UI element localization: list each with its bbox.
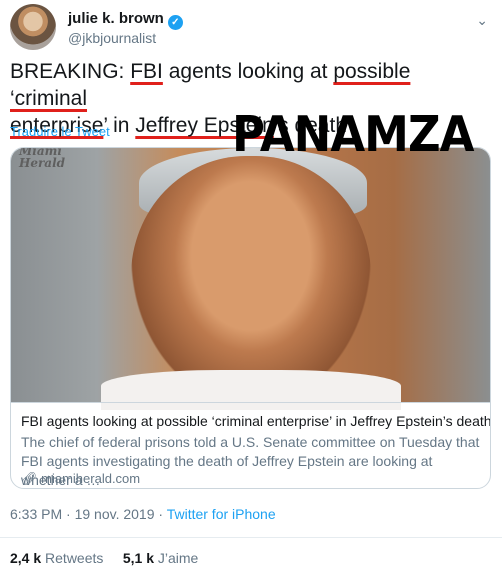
author-handle[interactable]: @jkbjournalist xyxy=(68,30,156,46)
avatar[interactable] xyxy=(10,4,56,50)
tweet-header: julie k. brown ✓ @jkbjournalist ⌄ xyxy=(10,4,490,52)
link-preview-card[interactable]: Miami Herald FBI agents looking at possib… xyxy=(10,147,491,489)
tweet-timestamp[interactable]: 6:33 PM · 19 nov. 2019 · xyxy=(10,506,167,522)
masthead-line: Herald xyxy=(19,156,66,170)
card-title: FBI agents looking at possible ‘criminal… xyxy=(21,413,491,429)
retweets-count: 2,4 k xyxy=(10,550,42,566)
retweets-stat[interactable]: 2,4 k Retweets xyxy=(10,550,103,566)
tweet-stats: 2,4 k Retweets 5,1 k J’aime xyxy=(10,550,198,566)
card-image-face xyxy=(131,156,371,406)
tweet-text-underlined: FBI xyxy=(130,60,163,83)
likes-count: 5,1 k xyxy=(122,550,154,566)
author-name[interactable]: julie k. brown ✓ xyxy=(68,10,183,30)
likes-label: J’aime xyxy=(153,550,199,566)
tweet-text-part: agents looking at xyxy=(162,60,334,83)
card-link: 🔗︎ miamiherald.com xyxy=(21,471,140,487)
divider xyxy=(0,537,502,538)
watermark: PANAMZA xyxy=(232,105,474,164)
card-link-text: miamiherald.com xyxy=(41,471,141,486)
likes-stat[interactable]: 5,1 k J’aime xyxy=(123,550,199,566)
tweet-meta: 6:33 PM · 19 nov. 2019 · Twitter for iPh… xyxy=(10,506,276,522)
author-name-text: julie k. brown xyxy=(68,10,164,27)
translate-tweet-link[interactable]: Traduire le Tweet xyxy=(10,124,110,139)
chevron-down-icon[interactable]: ⌄ xyxy=(476,12,488,29)
verified-badge-icon: ✓ xyxy=(167,15,183,30)
retweets-label: Retweets xyxy=(41,550,104,566)
tweet-text-part: BREAKING: xyxy=(10,60,131,83)
source-app-link[interactable]: Twitter for iPhone xyxy=(167,506,276,522)
newspaper-masthead: Miami Herald xyxy=(19,148,66,170)
card-image: Miami Herald xyxy=(11,148,490,410)
link-icon: 🔗︎ xyxy=(21,471,38,486)
card-body: FBI agents looking at possible ‘criminal… xyxy=(11,402,491,488)
